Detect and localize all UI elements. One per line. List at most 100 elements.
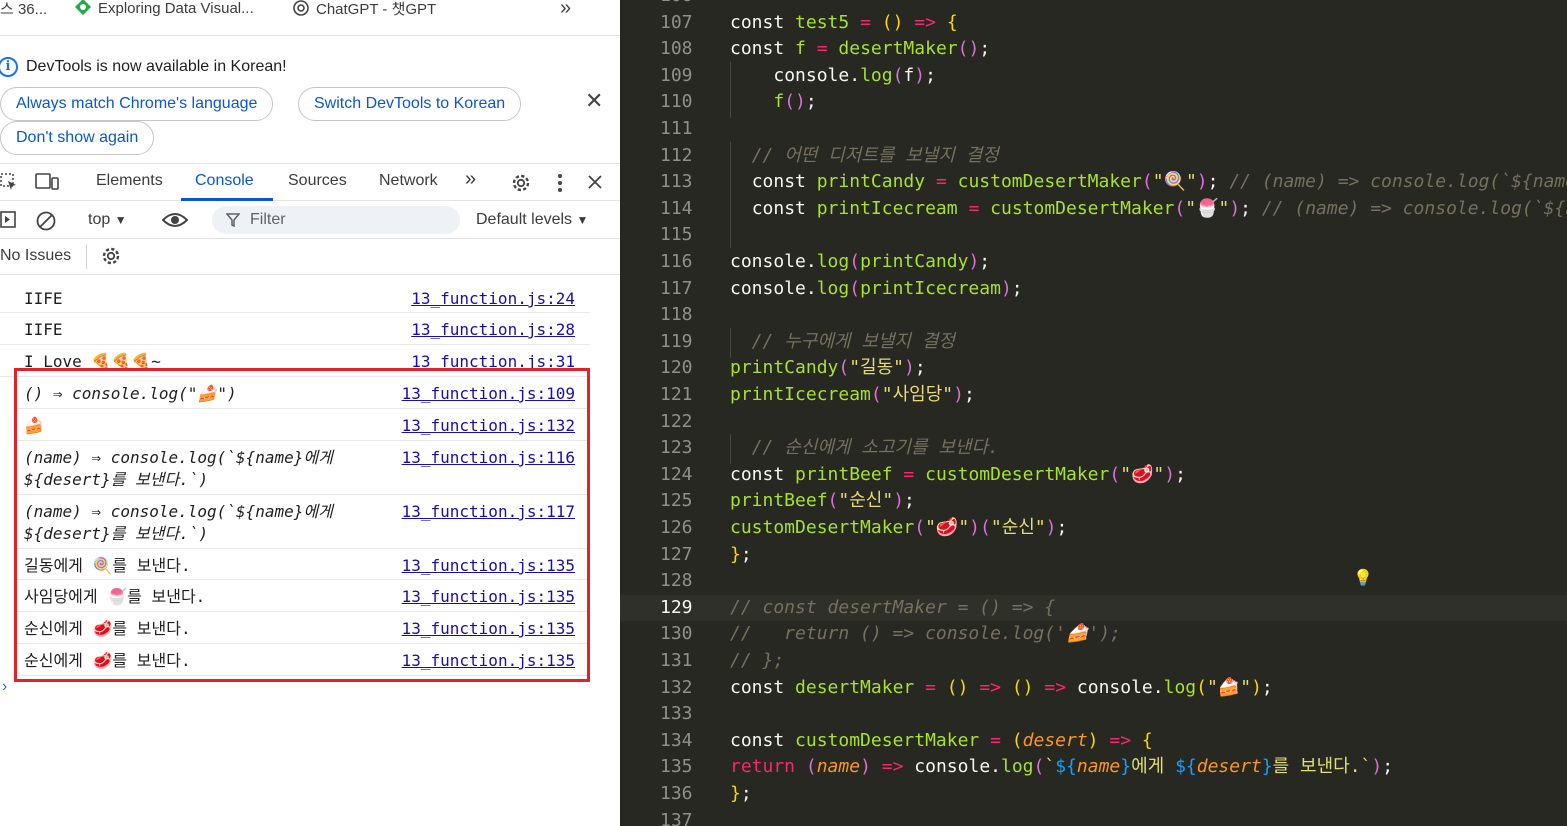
bookmark-item[interactable]: 스 36... (0, 0, 47, 19)
clear-console-icon[interactable] (35, 210, 57, 232)
code-text: const test5 = () => { (730, 11, 958, 33)
lightbulb-icon[interactable]: 💡 (1353, 568, 1373, 587)
line-number: 121 (660, 384, 693, 405)
line-number: 106 (660, 0, 714, 9)
settings-gear-icon[interactable] (510, 172, 532, 194)
code-line[interactable]: 107 const test5 = () => { (620, 10, 1567, 37)
code-text: customDesertMaker("🥩")("순신"); (730, 517, 1068, 538)
code-line[interactable]: 123 // 순신에게 소고기를 보낸다. (620, 435, 1567, 462)
inspect-element-icon[interactable] (0, 173, 18, 191)
line-number: 108 (660, 38, 693, 60)
code-line[interactable]: 120 printCandy("길동"); (620, 355, 1567, 382)
code-text: printIcecream("사임당"); (730, 384, 975, 405)
code-line[interactable]: 125 printBeef("순신"); (620, 488, 1567, 515)
code-text: // 어떤 디저트를 보낼지 결정 (751, 144, 999, 166)
code-text: // return () => console.log('🍰'); (730, 623, 1121, 645)
code-line[interactable]: 114 const printIcecream = customDesertMa… (620, 196, 1567, 223)
code-line[interactable]: 134 const customDesertMaker = (desert) =>… (620, 728, 1567, 755)
code-line[interactable]: 128 (620, 568, 1567, 595)
source-link[interactable]: 13_function.js:24 (411, 288, 575, 310)
console-message-text: IIFE (24, 320, 63, 339)
code-text: // 순신에게 소고기를 보낸다. (751, 437, 999, 459)
devtools-tabbar: Elements Console Sources Network » (0, 163, 620, 201)
issues-count[interactable]: No Issues (0, 247, 71, 265)
tab-console[interactable]: Console (195, 172, 254, 190)
log-levels-dropdown[interactable]: Default levels ▼ (476, 211, 588, 229)
switch-to-korean-button[interactable]: Switch DevTools to Korean (298, 87, 522, 121)
code-line[interactable]: 121 printIcecream("사임당"); (620, 382, 1567, 409)
line-number: 116 (660, 251, 693, 272)
line-number: 136 (660, 783, 693, 804)
tab-network[interactable]: Network (379, 172, 438, 190)
code-line[interactable]: 115 (620, 222, 1567, 249)
infobar-message: DevTools is now available in Korean! (26, 58, 287, 75)
line-number: 133 (660, 703, 693, 725)
code-line[interactable]: 117 console.log(printIcecream); (620, 276, 1567, 303)
code-line[interactable]: 124 const printBeef = customDesertMaker("… (620, 462, 1567, 489)
code-line[interactable]: 112 // 어떤 디저트를 보낼지 결정 (620, 143, 1567, 170)
code-line[interactable]: 135 return (name) => console.log(`${name}… (620, 754, 1567, 781)
openai-icon (293, 0, 309, 16)
code-line[interactable]: 119 // 누구에게 보낼지 결정 (620, 329, 1567, 356)
line-number: 125 (660, 490, 693, 512)
bookmark-item[interactable]: Exploring Data Visual... (74, 0, 254, 17)
more-tabs-icon[interactable]: » (465, 168, 476, 191)
code-line[interactable]: 122 (620, 409, 1567, 436)
source-link[interactable]: 13_function.js:28 (411, 319, 575, 341)
close-icon[interactable]: ✕ (585, 88, 603, 114)
always-match-language-button[interactable]: Always match Chrome's language (0, 87, 274, 121)
code-line[interactable]: 127}; (620, 542, 1567, 569)
code-text: // const desertMaker = () => { (730, 596, 1056, 618)
code-text: f(); (773, 91, 817, 113)
context-select[interactable]: top ▼ (88, 211, 127, 229)
code-text: const printCandy = customDesertMaker("🍭"… (751, 171, 1567, 193)
code-line[interactable]: 108 const f = desertMaker(); (620, 36, 1567, 63)
line-number: 131 (660, 650, 693, 671)
kebab-menu-icon[interactable] (556, 172, 564, 194)
console-message-row: IIFE 13_function.js:28 (0, 313, 590, 345)
live-expression-eye-icon[interactable] (162, 210, 188, 230)
code-line[interactable]: 133 (620, 701, 1567, 728)
code-line[interactable]: 136}; (620, 781, 1567, 808)
code-line[interactable]: 109 console.log(f); (620, 63, 1567, 90)
tab-elements[interactable]: Elements (96, 172, 163, 190)
issues-bar: No Issues (0, 239, 620, 275)
code-line[interactable]: 113 const printCandy = customDesertMaker… (620, 169, 1567, 196)
code-line[interactable]: 131 // }; (620, 648, 1567, 675)
bookmark-item[interactable]: ChatGPT - 챗GPT (292, 0, 436, 19)
console-filterbar: top ▼ Filter Default levels ▼ (0, 201, 620, 239)
line-number: 119 (660, 330, 693, 352)
red-highlight-box (14, 368, 590, 682)
devtools-panel: 스 36... Exploring Data Visual... ChatGPT… (0, 0, 620, 826)
code-line[interactable]: 132 const desertMaker = () => () => conso… (620, 675, 1567, 702)
code-line[interactable]: 126 customDesertMaker("🥩")("순신"); (620, 515, 1567, 542)
dont-show-again-button[interactable]: Don't show again (0, 121, 155, 155)
code-text: const customDesertMaker = (desert) => { (730, 729, 1153, 751)
tab-sources[interactable]: Sources (288, 172, 347, 190)
dropdown-arrow-icon: ▼ (114, 213, 127, 227)
dropdown-arrow-icon: ▼ (576, 213, 589, 227)
eye-diamond-icon (75, 0, 91, 15)
console-prompt[interactable]: › (2, 678, 7, 696)
device-toolbar-icon[interactable] (35, 173, 59, 191)
console-settings-gear-icon[interactable] (100, 245, 122, 267)
close-devtools-icon[interactable] (587, 174, 603, 190)
code-line[interactable]: 130 // return () => console.log('🍰'); (620, 621, 1567, 648)
code-line[interactable]: 118 (620, 302, 1567, 329)
filter-input[interactable]: Filter (212, 206, 460, 234)
code-line[interactable]: 106 (620, 0, 1567, 10)
bookmarks-overflow-icon[interactable]: » (560, 0, 571, 20)
filter-funnel-icon (226, 213, 240, 227)
code-line[interactable]: 116 console.log(printCandy); (620, 249, 1567, 276)
code-line[interactable]: 129 // const desertMaker = () => { (620, 594, 1567, 622)
code-line[interactable]: 110 f(); (620, 89, 1567, 116)
line-number: 128 (660, 570, 693, 592)
line-number: 118 (660, 304, 693, 326)
code-line[interactable]: 111 (620, 116, 1567, 143)
sidebar-toggle-icon[interactable] (0, 211, 18, 229)
line-number: 134 (660, 729, 693, 751)
code-editor[interactable]: 106 107 const test5 = () => {108 const f = … (620, 0, 1567, 826)
line-number: 132 (660, 676, 693, 698)
code-line[interactable]: 137 (620, 808, 1567, 826)
line-number: 122 (660, 410, 693, 432)
